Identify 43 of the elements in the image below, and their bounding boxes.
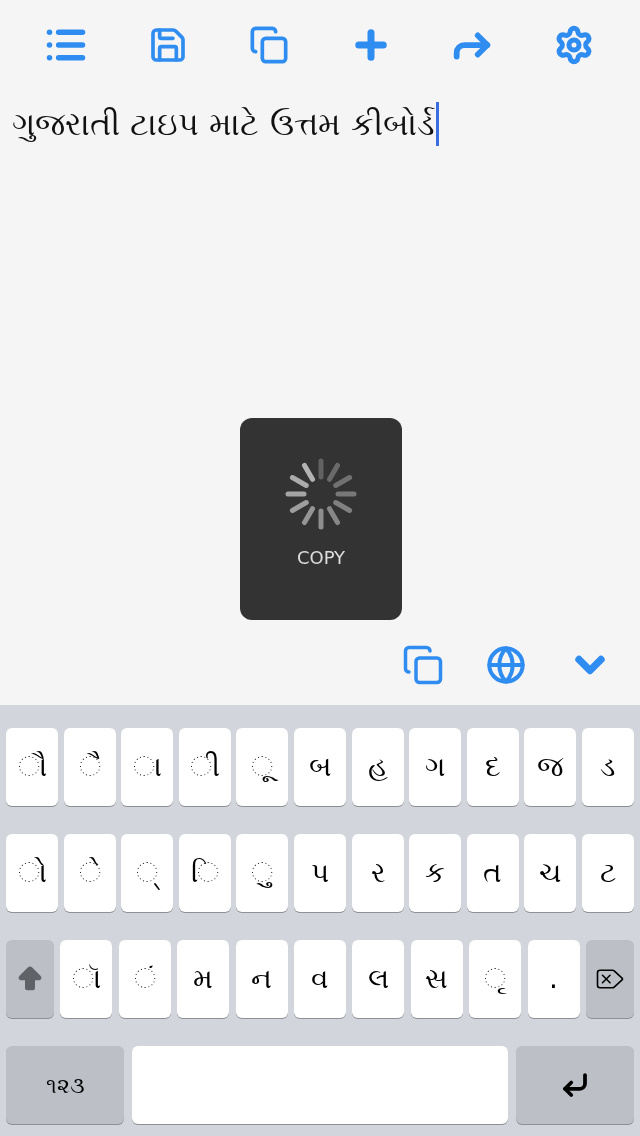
key[interactable]: ગ bbox=[409, 728, 462, 806]
key[interactable]: ો bbox=[6, 834, 58, 912]
key[interactable]: ર bbox=[351, 834, 404, 912]
key[interactable]: મ bbox=[177, 940, 230, 1018]
key[interactable]: ટ bbox=[581, 834, 634, 912]
spinner-icon bbox=[285, 458, 357, 530]
key[interactable]: િ bbox=[178, 834, 231, 912]
key[interactable]: દ bbox=[466, 728, 519, 806]
key[interactable]: ૃ bbox=[469, 940, 522, 1018]
key[interactable]: ક bbox=[409, 834, 462, 912]
key[interactable]: ં bbox=[118, 940, 171, 1018]
key[interactable]: ૉ bbox=[60, 940, 113, 1018]
globe-icon[interactable] bbox=[486, 645, 526, 685]
toast-label: COPY bbox=[296, 546, 346, 570]
return-icon bbox=[560, 1070, 590, 1100]
backspace-key[interactable] bbox=[585, 940, 634, 1018]
key[interactable]: હ bbox=[351, 728, 404, 806]
text-cursor bbox=[435, 102, 439, 146]
key[interactable]: પ bbox=[293, 834, 346, 912]
shift-key[interactable] bbox=[6, 940, 54, 1018]
key[interactable]: . bbox=[527, 940, 580, 1018]
key[interactable]: વ bbox=[293, 940, 346, 1018]
key[interactable]: ા bbox=[121, 728, 174, 806]
key[interactable]: ૌ bbox=[6, 728, 58, 806]
numbers-key[interactable]: ૧૨૩ bbox=[6, 1046, 124, 1124]
key[interactable]: ૈ bbox=[63, 728, 116, 806]
key[interactable]: સ bbox=[410, 940, 463, 1018]
key[interactable]: ૂ bbox=[236, 728, 289, 806]
return-key[interactable] bbox=[516, 1046, 634, 1124]
editor-text: ગુજરાતી ટાઇપ માટે ઉત્તમ કીબોર્ડ bbox=[12, 104, 435, 145]
key[interactable]: ત bbox=[466, 834, 519, 912]
key[interactable]: ચ bbox=[524, 834, 577, 912]
key[interactable]: ન bbox=[235, 940, 288, 1018]
key[interactable]: લ bbox=[352, 940, 405, 1018]
key[interactable]: ી bbox=[178, 728, 231, 806]
key[interactable]: જ bbox=[524, 728, 577, 806]
text-editor[interactable]: ગુજરાતી ટાઇપ માટે ઉત્તમ કીબોર્ડ bbox=[12, 98, 628, 150]
key[interactable]: ે bbox=[63, 834, 116, 912]
key[interactable]: ુ bbox=[236, 834, 289, 912]
key[interactable]: ડ bbox=[581, 728, 634, 806]
key[interactable]: ્ bbox=[121, 834, 174, 912]
copy-icon[interactable] bbox=[402, 644, 444, 686]
key[interactable]: બ bbox=[293, 728, 346, 806]
